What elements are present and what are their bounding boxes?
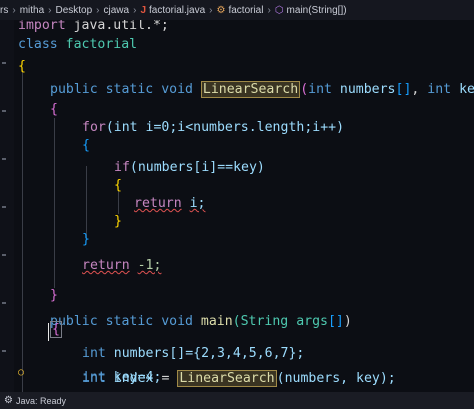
breadcrumb-item-method[interactable]: ⬡ main(String[]) xyxy=(275,5,347,16)
breadcrumb-item-rs[interactable]: rs xyxy=(0,5,8,16)
code-line[interactable]: for(int i=0;i<numbers.length;i++) xyxy=(82,116,344,140)
code-line[interactable]: } xyxy=(82,228,90,252)
gutter-marker xyxy=(2,350,6,352)
gutter-marker xyxy=(2,206,6,208)
breadcrumb-item-file[interactable]: Jfactorial.java xyxy=(140,5,205,16)
code-line[interactable]: if(numbers[i]==key) xyxy=(114,156,265,180)
breadcrumb-item-desktop[interactable]: Desktop xyxy=(55,5,92,16)
breadcrumb-separator-icon: › xyxy=(12,4,16,16)
code-line[interactable]: } xyxy=(50,284,58,308)
indent-guide xyxy=(22,70,23,392)
code-line[interactable]: { xyxy=(18,55,26,79)
indent-guide xyxy=(54,118,55,288)
code-line[interactable]: public static void LinearSearch (int numb… xyxy=(50,78,474,102)
breadcrumb-separator-icon: › xyxy=(133,4,137,16)
breadcrumb-item-cjawa[interactable]: cjawa xyxy=(104,5,130,16)
gutter-marker xyxy=(2,110,6,112)
gutter-marker xyxy=(2,158,6,160)
breadcrumb-separator-icon: › xyxy=(209,4,213,16)
class-icon: ⚙ xyxy=(216,4,226,16)
gutter-marker xyxy=(2,62,6,64)
status-bar: ⚙ Java: Ready xyxy=(0,392,474,409)
breadcrumb-separator-icon: › xyxy=(96,4,100,16)
breadcrumb: rs › mitha › Desktop › cjawa › Jfactoria… xyxy=(0,0,474,20)
code-editor[interactable]: import java.util.*; class factorial { pu… xyxy=(0,20,474,392)
java-status-text[interactable]: Java: Ready xyxy=(16,396,66,406)
code-line[interactable]: { xyxy=(50,98,58,122)
gear-icon[interactable]: ⚙ xyxy=(4,395,13,406)
breadcrumb-separator-icon: › xyxy=(267,4,271,16)
code-line[interactable]: class factorial xyxy=(18,33,137,57)
gutter-marker xyxy=(2,254,6,256)
method-icon: ⬡ xyxy=(274,4,284,16)
linearsearch-call[interactable]: LinearSearch xyxy=(177,370,277,387)
lightbulb-icon[interactable]: ○ xyxy=(18,367,24,378)
editor-gutter[interactable] xyxy=(0,20,14,392)
code-line[interactable]: } xyxy=(114,210,122,234)
code-line[interactable]: { xyxy=(82,134,90,158)
breadcrumb-item-mitha[interactable]: mitha xyxy=(20,5,44,16)
code-line[interactable]: { xyxy=(114,174,122,198)
code-line[interactable]: return i; xyxy=(134,192,205,216)
linearsearch-declaration[interactable]: LinearSearch xyxy=(200,81,301,98)
code-line[interactable]: public static void main(String args[]) xyxy=(50,310,352,334)
breadcrumb-separator-icon: › xyxy=(48,4,52,16)
java-file-icon: J xyxy=(140,4,146,16)
gutter-marker xyxy=(2,302,6,304)
code-line[interactable]: return -1; xyxy=(82,254,161,278)
breadcrumb-item-class[interactable]: ⚙ factorial xyxy=(216,5,263,16)
code-line[interactable]: int index = LinearSearch (numbers, key); xyxy=(82,367,396,391)
